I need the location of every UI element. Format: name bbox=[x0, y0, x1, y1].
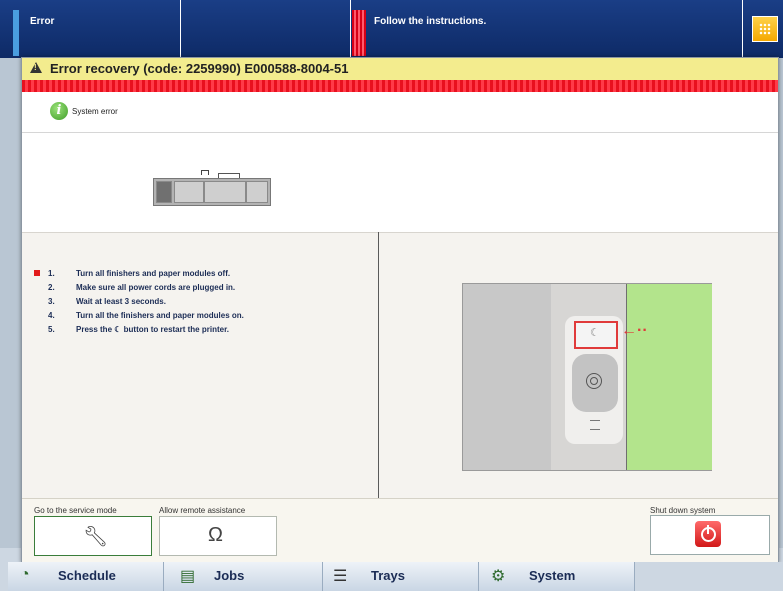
tab-label: Trays bbox=[371, 568, 405, 583]
status-divider bbox=[350, 0, 351, 58]
background-app bbox=[0, 58, 22, 548]
tab-system[interactable]: ⚙ System bbox=[479, 562, 635, 591]
status-divider bbox=[180, 0, 181, 58]
service-mode-label: Go to the service mode bbox=[34, 506, 117, 515]
machine-module bbox=[246, 181, 268, 203]
instructions-panel: 1. Turn all finishers and paper modules … bbox=[22, 232, 778, 499]
jobs-icon: ▤ bbox=[180, 568, 196, 585]
trays-icon: ☰ bbox=[333, 568, 348, 585]
notification-icon[interactable] bbox=[752, 16, 778, 42]
document-icon bbox=[590, 420, 600, 430]
system-status-row: i System error bbox=[22, 92, 778, 133]
arrow-left-icon: ←·· bbox=[621, 322, 648, 339]
status-message: Follow the instructions. bbox=[374, 16, 487, 27]
headset-icon: Ω bbox=[208, 524, 223, 546]
status-divider bbox=[742, 0, 743, 58]
machine-module bbox=[156, 181, 172, 203]
step-number: 1. bbox=[48, 269, 55, 278]
green-area bbox=[626, 284, 712, 470]
error-recovery-dialog: Error recovery (code: 2259990) E000588-8… bbox=[21, 57, 779, 563]
step-text: Turn all the finishers and paper modules… bbox=[76, 311, 244, 320]
dialog-title-bar: Error recovery (code: 2259990) E000588-8… bbox=[22, 58, 778, 81]
warning-icon bbox=[30, 62, 42, 73]
machine-module bbox=[174, 181, 204, 203]
error-band bbox=[22, 80, 778, 92]
status-accent bbox=[13, 10, 19, 56]
step-text: Turn all finishers and paper modules off… bbox=[76, 269, 231, 278]
step-text: Wait at least 3 seconds. bbox=[76, 297, 166, 306]
step-number: 5. bbox=[48, 325, 55, 334]
bottom-navigation: ◔ Schedule ▤ Jobs ☰ Trays ⚙ System bbox=[0, 562, 783, 591]
system-gear-icon: ⚙ bbox=[491, 568, 506, 585]
stop-button-icon bbox=[586, 373, 602, 389]
remote-assistance-button[interactable]: Ω bbox=[159, 516, 277, 556]
service-mode-button[interactable]: 🔧︎ bbox=[34, 516, 152, 556]
step-number: 3. bbox=[48, 297, 55, 306]
shutdown-label: Shut down system bbox=[650, 506, 716, 515]
panel-divider bbox=[378, 232, 379, 498]
remote-assistance-label: Allow remote assistance bbox=[159, 506, 246, 515]
power-icon bbox=[695, 521, 721, 547]
system-status-text: System error bbox=[72, 107, 118, 116]
step-text: Press the ☾ button to restart the printe… bbox=[76, 325, 229, 334]
step-number: 4. bbox=[48, 311, 55, 320]
info-icon: i bbox=[50, 102, 68, 120]
machine-module bbox=[204, 181, 246, 203]
schedule-icon: ◔ bbox=[20, 566, 30, 583]
tab-jobs[interactable]: ▤ Jobs bbox=[164, 562, 323, 591]
machine-part bbox=[201, 170, 209, 175]
current-step-marker bbox=[34, 270, 40, 276]
step-text: Make sure all power cords are plugged in… bbox=[76, 283, 236, 292]
shutdown-button[interactable] bbox=[650, 515, 770, 555]
tab-schedule[interactable]: ◔ Schedule bbox=[8, 562, 164, 591]
dialog-title: Error recovery (code: 2259990) E000588-8… bbox=[50, 61, 349, 76]
tab-trays[interactable]: ☰ Trays bbox=[323, 562, 479, 591]
machine-diagram bbox=[22, 132, 778, 232]
top-status-bar: Error Follow the instructions. bbox=[0, 0, 783, 58]
printer-illustration bbox=[153, 178, 271, 206]
status-left-label: Error bbox=[30, 16, 55, 27]
tab-label: Jobs bbox=[214, 568, 245, 583]
moon-icon: ☾ bbox=[590, 327, 600, 339]
tab-label: System bbox=[529, 568, 576, 583]
power-button-illustration: ☾ ←·· bbox=[462, 283, 712, 471]
error-indicator bbox=[352, 10, 366, 56]
tab-label: Schedule bbox=[58, 568, 116, 583]
step-number: 2. bbox=[48, 283, 55, 292]
action-buttons-row: Go to the service mode 🔧︎ Allow remote a… bbox=[22, 498, 778, 563]
wrench-icon: 🔧︎ bbox=[83, 526, 109, 548]
